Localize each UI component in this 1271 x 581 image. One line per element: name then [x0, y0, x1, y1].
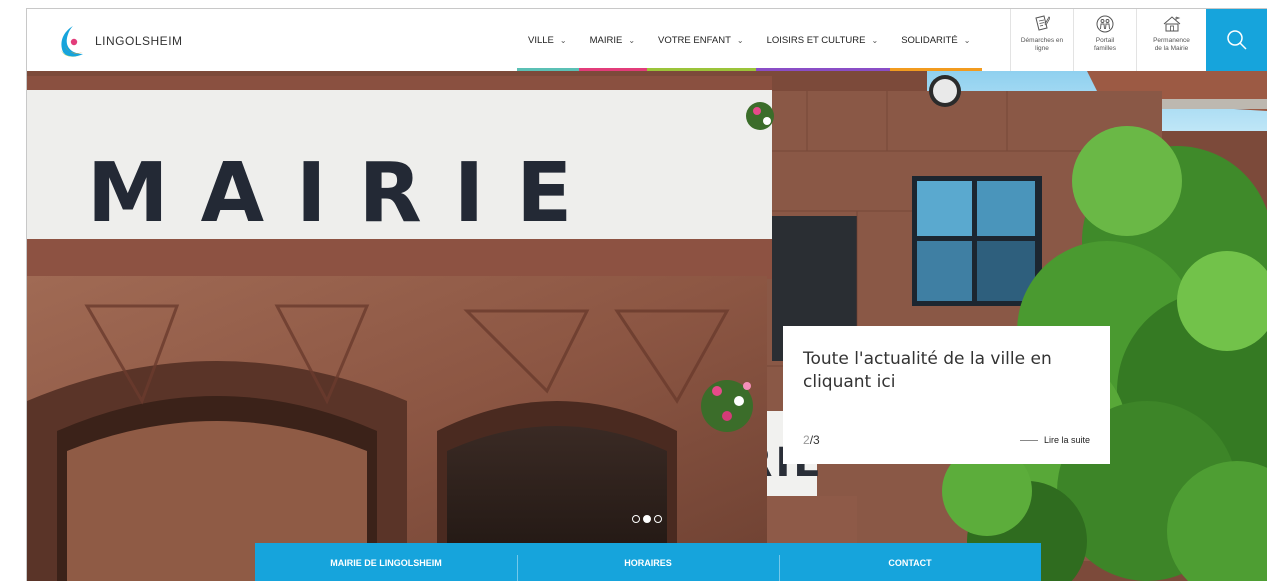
info-mairie-label: MAIRIE DE LINGOLSHEIM [330, 558, 442, 568]
nav-label: VILLE [528, 34, 554, 46]
nav-label: MAIRIE [589, 34, 623, 46]
town-hall-icon [1163, 16, 1180, 32]
site-logo[interactable]: LINGOLSHEIM [55, 21, 183, 61]
edit-document-icon [1035, 15, 1050, 31]
quick-link-label-1: Démarches en [1020, 37, 1064, 44]
quick-link-label-2: familles [1093, 45, 1117, 52]
family-icon [1096, 15, 1114, 33]
info-contact[interactable]: CONTACT [779, 543, 1041, 581]
quick-link-label-2: ligne [1035, 45, 1049, 52]
info-horaires-label: HORAIRES [624, 558, 672, 568]
caption-title[interactable]: Toute l'actualité de la ville en cliquan… [803, 348, 1098, 394]
slide-counter: 2/3 [803, 433, 820, 447]
hero-caption[interactable]: Toute l'actualité de la ville en cliquan… [783, 326, 1110, 464]
quick-link-label-1: Portail [1095, 37, 1115, 44]
nav-item-mairie[interactable]: MAIRIE ⌄ [578, 9, 648, 71]
nav-underline [517, 68, 579, 71]
quick-link-demarches[interactable]: Démarches en ligne [1010, 9, 1073, 71]
chevron-down-icon: ⌄ [628, 35, 636, 45]
nav-item-votre-enfant[interactable]: VOTRE ENFANT ⌄ [647, 9, 756, 71]
slide-total: /3 [809, 433, 820, 447]
search-icon [1226, 30, 1247, 50]
quick-link-label-1: Permanence [1153, 37, 1190, 44]
nav-underline [647, 68, 756, 71]
nav-label: VOTRE ENFANT [658, 34, 731, 46]
quick-link-label-2: de la Mairie [1154, 45, 1189, 52]
read-more-label: Lire la suite [1043, 435, 1090, 445]
hero-slider: MAIRIE MAIRIE [27, 71, 1267, 581]
read-more-line [1019, 439, 1038, 441]
logo-icon [61, 26, 83, 57]
nav-label: LOISIRS ET CULTURE [766, 34, 866, 46]
slider-dot-2[interactable] [643, 515, 651, 523]
brand-name: LINGOLSHEIM [95, 34, 183, 48]
nav-label: SOLIDARITÉ [901, 34, 958, 46]
quick-link-permanence[interactable]: Permanence de la Mairie [1136, 9, 1206, 71]
slider-dots [632, 515, 662, 523]
nav-underline [578, 68, 648, 71]
chevron-down-icon: ⌄ [963, 35, 971, 45]
quick-link-portail-familles[interactable]: Portail familles [1073, 9, 1136, 71]
main-nav: VILLE ⌄ MAIRIE ⌄ VOTRE ENFANT ⌄ LOISIRS ET … [517, 9, 983, 71]
slide-current: 2 [803, 433, 810, 447]
info-contact-label: CONTACT [888, 558, 932, 568]
slider-dot-3[interactable] [654, 515, 662, 523]
nav-underline [890, 68, 983, 71]
chevron-down-icon: ⌄ [871, 35, 879, 45]
nav-item-loisirs-culture[interactable]: LOISIRS ET CULTURE ⌄ [755, 9, 891, 71]
info-bar: MAIRIE DE LINGOLSHEIM HORAIRES CONTACT [255, 543, 1041, 581]
nav-item-solidarite[interactable]: SOLIDARITÉ ⌄ [890, 9, 983, 71]
page-margin [0, 0, 26, 580]
page-frame: LINGOLSHEIM VILLE ⌄ MAIRIE ⌄ VOTRE ENFANT ⌄… [26, 8, 1267, 581]
nav-item-ville[interactable]: VILLE ⌄ [517, 9, 579, 71]
search-button[interactable] [1206, 9, 1267, 71]
info-horaires[interactable]: HORAIRES [517, 543, 779, 581]
slider-dot-1[interactable] [632, 515, 640, 523]
nav-underline [755, 68, 891, 71]
chevron-down-icon: ⌄ [559, 35, 567, 45]
site-header: LINGOLSHEIM VILLE ⌄ MAIRIE ⌄ VOTRE ENFANT ⌄… [27, 9, 1267, 71]
read-more-link[interactable]: Lire la suite [1019, 435, 1090, 445]
facade-sign-top: MAIRIE [87, 146, 604, 241]
chevron-down-icon: ⌄ [736, 35, 744, 45]
info-mairie[interactable]: MAIRIE DE LINGOLSHEIM [255, 543, 517, 581]
